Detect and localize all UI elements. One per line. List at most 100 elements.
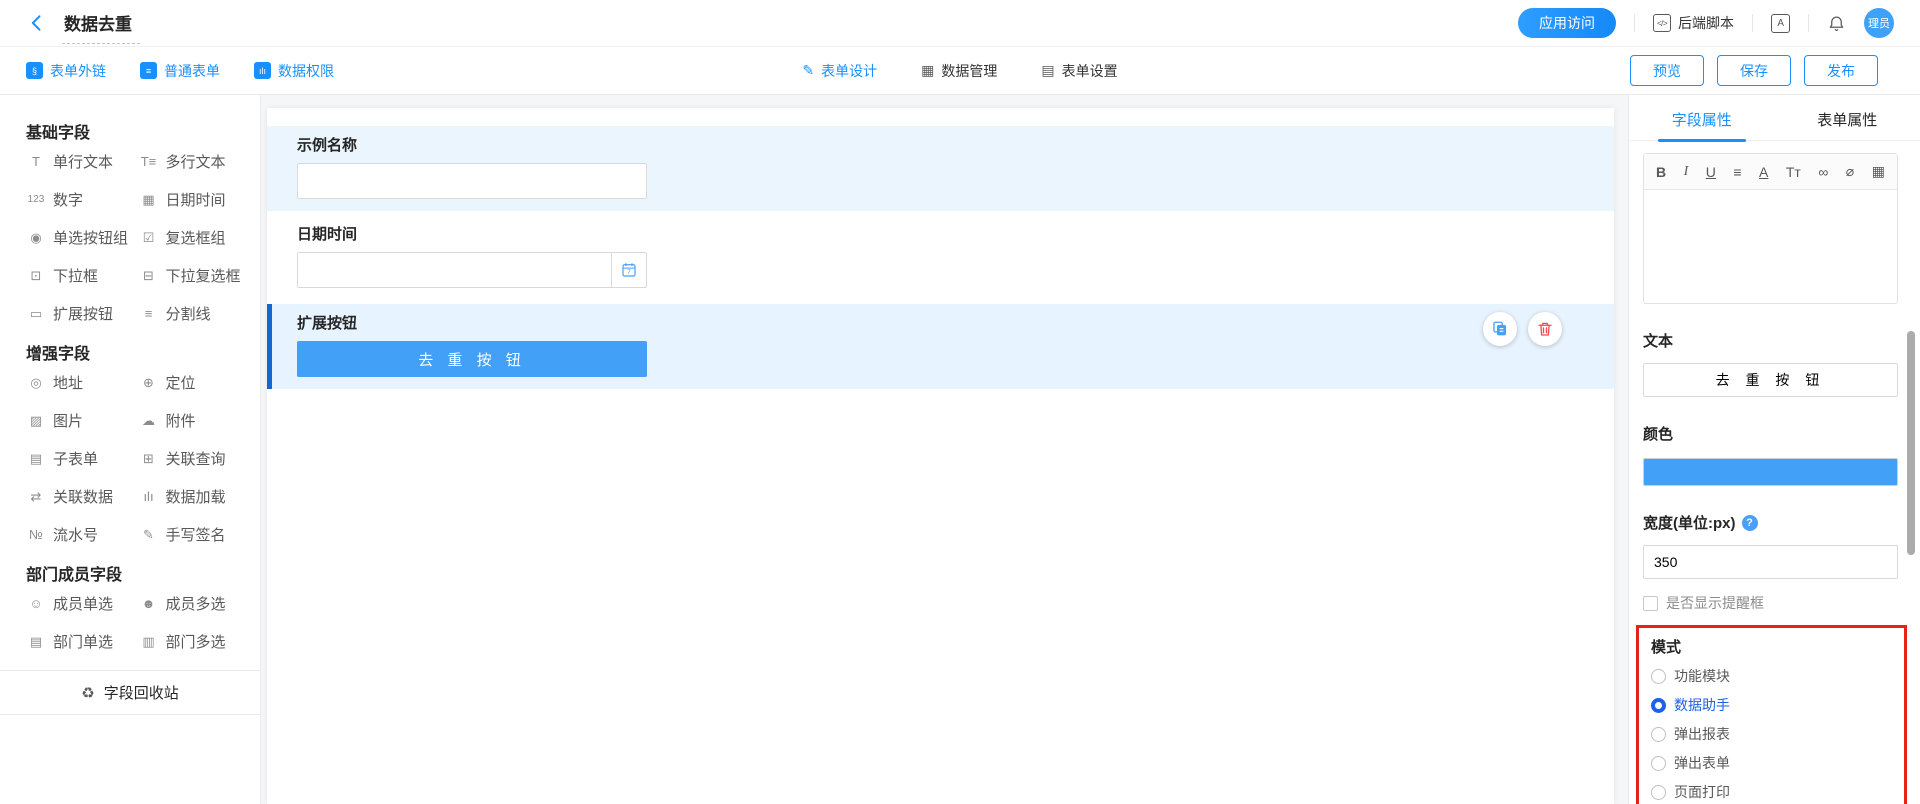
field-item-radio-group[interactable]: ◉单选按钮组 xyxy=(27,227,140,248)
radio-icon[interactable] xyxy=(1651,727,1666,742)
field-item-data-load[interactable]: ılı数据加载 xyxy=(140,486,253,507)
address-book-icon[interactable]: A xyxy=(1771,14,1790,33)
delete-field-button[interactable] xyxy=(1528,312,1562,346)
canvas-field-datetime[interactable]: 日期时间 7 xyxy=(267,215,1614,300)
normal-form-button[interactable]: ≡ 普通表单 xyxy=(140,61,220,81)
mode-option-data-assistant[interactable]: 数据助手 xyxy=(1651,695,1890,715)
tab-field-properties[interactable]: 字段属性 xyxy=(1629,95,1775,140)
field-item-label: 成员单选 xyxy=(53,593,113,614)
color-swatch[interactable] xyxy=(1643,458,1898,486)
header-actions: 应用访问 </> 后端脚本 A 理员 xyxy=(1518,8,1894,38)
field-item-multi-select[interactable]: ⊟下拉复选框 xyxy=(140,265,253,286)
calendar-picker-button[interactable]: 7 xyxy=(611,253,646,287)
mode-option-page-print[interactable]: 页面打印 xyxy=(1651,782,1890,802)
font-color-icon[interactable]: A xyxy=(1759,164,1768,180)
field-item-relation-data[interactable]: ⇄关联数据 xyxy=(27,486,140,507)
field-item-label: 关联查询 xyxy=(166,448,226,469)
field-item-position[interactable]: ⊕定位 xyxy=(140,372,253,393)
radio-icon: ◉ xyxy=(27,230,45,246)
field-item-checkbox-group[interactable]: ☑复选框组 xyxy=(140,227,253,248)
crosshair-icon: ⊕ xyxy=(140,375,158,391)
data-manage-icon: ▦ xyxy=(921,62,934,79)
bold-icon[interactable]: B xyxy=(1656,164,1666,180)
underline-icon[interactable]: U xyxy=(1706,164,1716,180)
divider xyxy=(1752,14,1753,32)
field-item-member-single[interactable]: ☺成员单选 xyxy=(27,593,140,614)
field-item-signature[interactable]: ✎手写签名 xyxy=(140,524,253,545)
top-header: 数据去重 应用访问 </> 后端脚本 A 理员 xyxy=(0,0,1920,47)
link-label: 表单外链 xyxy=(50,61,106,81)
image-icon[interactable]: ▦ xyxy=(1872,163,1885,180)
notification-bell-icon[interactable] xyxy=(1827,14,1846,33)
radio-icon[interactable] xyxy=(1651,669,1666,684)
field-item-attachment[interactable]: ☁附件 xyxy=(140,410,253,431)
back-button[interactable] xyxy=(26,12,48,34)
tab-form-settings[interactable]: ▤ 表单设置 xyxy=(1041,61,1117,81)
field-recycle-bin-button[interactable]: ♻ 字段回收站 xyxy=(0,670,260,715)
panel-scrollbar[interactable] xyxy=(1907,331,1915,555)
field-item-multi-line-text[interactable]: T≡多行文本 xyxy=(140,151,253,172)
radio-icon[interactable] xyxy=(1651,785,1666,800)
width-label-text: 宽度(单位:px) xyxy=(1643,512,1736,533)
field-item-label: 图片 xyxy=(53,410,83,431)
italic-icon[interactable]: I xyxy=(1684,164,1689,180)
app-access-button[interactable]: 应用访问 xyxy=(1518,8,1616,38)
image-icon: ▨ xyxy=(27,413,45,429)
backend-script-button[interactable]: </> 后端脚本 xyxy=(1653,13,1734,33)
tab-data-manage[interactable]: ▦ 数据管理 xyxy=(921,61,997,81)
field-item-extend-button[interactable]: ▭扩展按钮 xyxy=(27,303,140,324)
mode-option-function-module[interactable]: 功能模块 xyxy=(1651,666,1890,686)
field-item-member-multi[interactable]: ☻成员多选 xyxy=(140,593,253,614)
section-title-basic-fields: 基础字段 xyxy=(0,105,260,147)
align-icon[interactable]: ≡ xyxy=(1733,164,1741,180)
sample-name-input[interactable] xyxy=(297,163,647,199)
field-item-dept-single[interactable]: ▤部门单选 xyxy=(27,631,140,652)
form-designer-app: 数据去重 应用访问 </> 后端脚本 A 理员 § 表单外链 ≡ xyxy=(0,0,1920,804)
link-icon[interactable]: ∞ xyxy=(1818,164,1828,180)
field-item-relation-query[interactable]: ⊞关联查询 xyxy=(140,448,253,469)
button-text-input[interactable] xyxy=(1643,363,1898,397)
divider-line-icon: ≡ xyxy=(140,306,158,321)
cloud-upload-icon: ☁ xyxy=(140,413,158,429)
checkbox-unchecked-icon[interactable] xyxy=(1643,596,1658,611)
mode-option-popup-form[interactable]: 弹出表单 xyxy=(1651,753,1890,773)
field-item-serial-number[interactable]: №流水号 xyxy=(27,524,140,545)
copy-field-button[interactable] xyxy=(1483,312,1517,346)
help-icon[interactable]: ? xyxy=(1742,515,1758,531)
save-button[interactable]: 保存 xyxy=(1717,55,1791,86)
tab-form-properties[interactable]: 表单属性 xyxy=(1775,95,1920,140)
calendar-icon: ▦ xyxy=(140,192,158,208)
dedupe-action-button[interactable]: 去 重 按 钮 xyxy=(297,341,647,377)
publish-button[interactable]: 发布 xyxy=(1804,55,1878,86)
form-canvas: 示例名称 日期时间 7 扩展按钮 去 重 按 钮 xyxy=(261,95,1628,804)
avatar[interactable]: 理员 xyxy=(1864,8,1894,38)
width-input[interactable] xyxy=(1643,545,1898,579)
tab-form-design[interactable]: ✎ 表单设计 xyxy=(802,61,877,81)
radio-selected-icon[interactable] xyxy=(1651,698,1666,713)
data-permission-button[interactable]: ılı 数据权限 xyxy=(254,61,334,81)
reminder-checkbox-row[interactable]: 是否显示提醒框 xyxy=(1643,593,1898,613)
field-item-datetime[interactable]: ▦日期时间 xyxy=(140,189,253,210)
mode-option-popup-report[interactable]: 弹出报表 xyxy=(1651,724,1890,744)
field-item-label: 分割线 xyxy=(166,303,211,324)
radio-icon[interactable] xyxy=(1651,756,1666,771)
canvas-field-extend-button[interactable]: 扩展按钮 去 重 按 钮 xyxy=(267,304,1614,389)
unlink-icon[interactable]: ⌀ xyxy=(1846,163,1854,180)
font-size-icon[interactable]: Tт xyxy=(1786,164,1801,180)
field-item-subform[interactable]: ▤子表单 xyxy=(27,448,140,469)
rich-text-area[interactable] xyxy=(1644,190,1897,300)
checkbox-icon: ☑ xyxy=(140,230,158,246)
field-item-dept-multi[interactable]: ▥部门多选 xyxy=(140,631,253,652)
datetime-input[interactable] xyxy=(298,253,611,287)
field-item-image[interactable]: ▨ 图片 xyxy=(27,410,140,431)
field-item-number[interactable]: 123数字 xyxy=(27,189,140,210)
field-item-divider-line[interactable]: ≡ 分割线 xyxy=(140,303,253,324)
preview-button[interactable]: 预览 xyxy=(1630,55,1704,86)
field-item-select[interactable]: ⊡下拉框 xyxy=(27,265,140,286)
field-item-single-line-text[interactable]: T单行文本 xyxy=(27,151,140,172)
departments-icon: ▥ xyxy=(140,634,158,650)
canvas-field-sample-name[interactable]: 示例名称 xyxy=(267,126,1614,211)
field-item-address[interactable]: ◎地址 xyxy=(27,372,140,393)
calendar-icon: 7 xyxy=(620,261,638,279)
form-external-link-button[interactable]: § 表单外链 xyxy=(26,61,106,81)
